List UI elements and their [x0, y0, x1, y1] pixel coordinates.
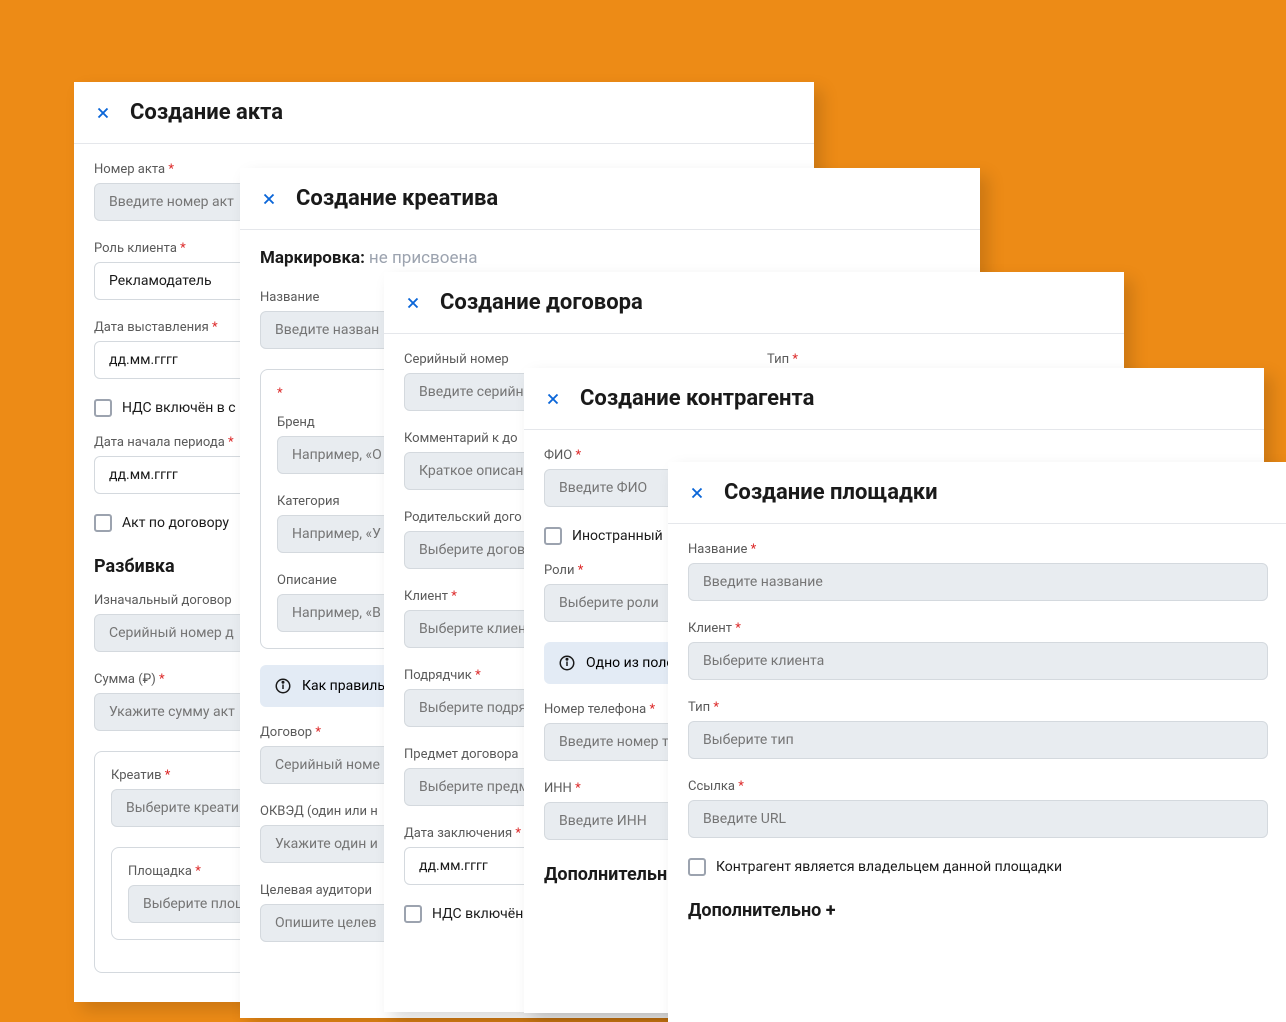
info-text: Как правильн [302, 678, 393, 694]
checkbox-label: Иностранный [572, 528, 663, 544]
platform-client-select[interactable] [688, 642, 1268, 680]
info-text: Одно из поле [586, 655, 674, 671]
close-icon[interactable] [688, 484, 706, 502]
field-label: Тип * [767, 352, 1104, 367]
vat-checkbox[interactable] [404, 905, 422, 923]
marking-value: не присвоена [369, 248, 478, 268]
field-label: Клиент * [688, 621, 1268, 636]
checkbox-label: Контрагент является владельцем данной пл… [716, 859, 1062, 875]
panel-title: Создание креатива [296, 186, 498, 211]
marking-label: Маркировка: [260, 248, 365, 268]
foreign-checkbox[interactable] [544, 527, 562, 545]
field-label: ФИО * [544, 448, 1244, 463]
field-label: Серийный номер [404, 352, 741, 367]
panel-header: Создание креатива [240, 168, 980, 230]
panel-header: Создание договора [384, 272, 1124, 334]
field-label: Название * [688, 542, 1268, 557]
panel-title: Создание контрагента [580, 386, 814, 411]
panel-header: Создание контрагента [524, 368, 1264, 430]
panel-header: Создание акта [74, 82, 814, 144]
additional-heading[interactable]: Дополнительно + [688, 900, 1268, 921]
platform-type-select[interactable] [688, 721, 1268, 759]
contract-act-checkbox[interactable] [94, 514, 112, 532]
panel-title: Создание акта [130, 100, 283, 125]
panel-title: Создание договора [440, 290, 643, 315]
close-icon[interactable] [260, 190, 278, 208]
platform-name-input[interactable] [688, 563, 1268, 601]
close-icon[interactable] [544, 390, 562, 408]
close-icon[interactable] [94, 104, 112, 122]
info-icon [274, 677, 292, 695]
owner-checkbox[interactable] [688, 858, 706, 876]
checkbox-label: НДС включён в с [122, 400, 236, 416]
platform-link-input[interactable] [688, 800, 1268, 838]
field-label: Ссылка * [688, 779, 1268, 794]
info-icon [558, 654, 576, 672]
vat-checkbox[interactable] [94, 399, 112, 417]
checkbox-label: Акт по договору [122, 515, 229, 531]
panel-create-platform: Создание площадки Название * Клиент * Ти… [668, 462, 1286, 1022]
close-icon[interactable] [404, 294, 422, 312]
checkbox-label: НДС включён [432, 906, 523, 922]
panel-header: Создание площадки [668, 462, 1286, 524]
panel-title: Создание площадки [724, 480, 938, 505]
field-label: Тип * [688, 700, 1268, 715]
